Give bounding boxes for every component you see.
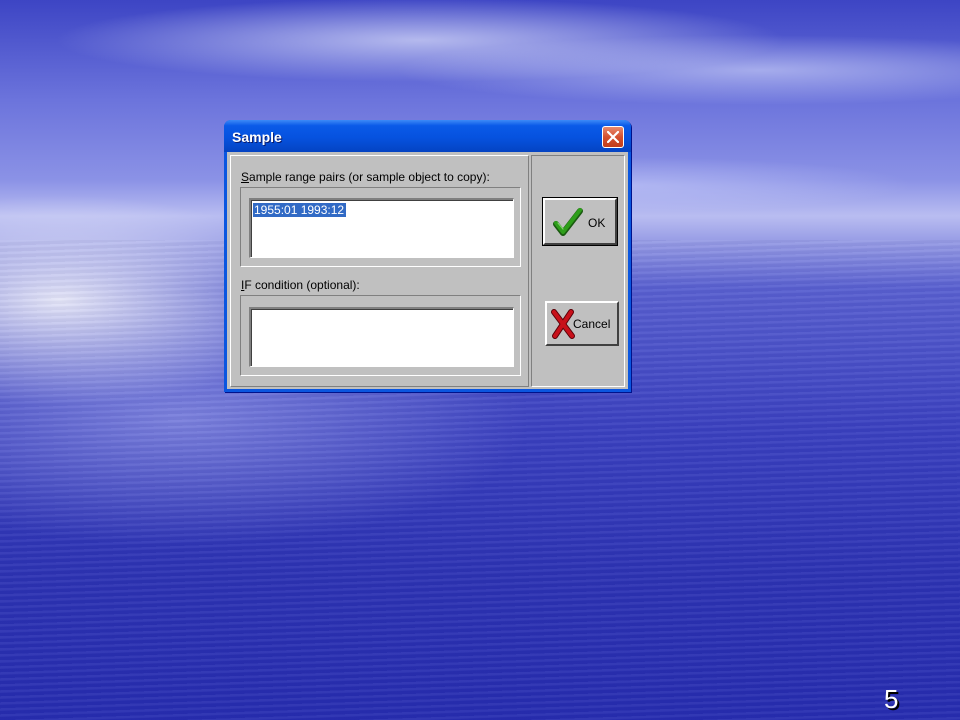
close-button[interactable] <box>602 126 624 148</box>
sample-range-label-text: ample range pairs (or sample object to c… <box>249 170 490 184</box>
close-icon <box>607 131 619 143</box>
buttons-pane: OK Cancel <box>531 155 625 387</box>
sample-dialog: Sample Sample range pairs (or sample obj… <box>224 120 631 392</box>
fields-pane: Sample range pairs (or sample object to … <box>230 155 529 387</box>
slide-number: 5 <box>884 684 899 714</box>
checkmark-icon <box>553 208 583 236</box>
sample-range-label: Sample range pairs (or sample object to … <box>241 170 490 184</box>
title-bar[interactable]: Sample <box>224 120 631 152</box>
sample-range-value: 1955:01 1993:12 <box>253 203 347 217</box>
sample-range-input[interactable]: 1955:01 1993:12 <box>249 198 514 258</box>
ok-label: OK <box>588 216 606 230</box>
cancel-button[interactable]: Cancel <box>545 301 619 346</box>
if-condition-group <box>240 295 521 376</box>
if-condition-label-text: F condition (optional): <box>244 278 360 292</box>
if-condition-label: IF condition (optional): <box>241 278 360 292</box>
sample-range-label-mnemonic: S <box>241 170 250 184</box>
cancel-label: Cancel <box>573 317 611 331</box>
ok-button[interactable]: OK <box>542 197 618 246</box>
dialog-client-area: Sample range pairs (or sample object to … <box>227 152 628 389</box>
if-condition-input[interactable] <box>249 307 514 367</box>
sample-range-group: 1955:01 1993:12 <box>240 187 521 267</box>
dialog-title: Sample <box>232 129 282 145</box>
